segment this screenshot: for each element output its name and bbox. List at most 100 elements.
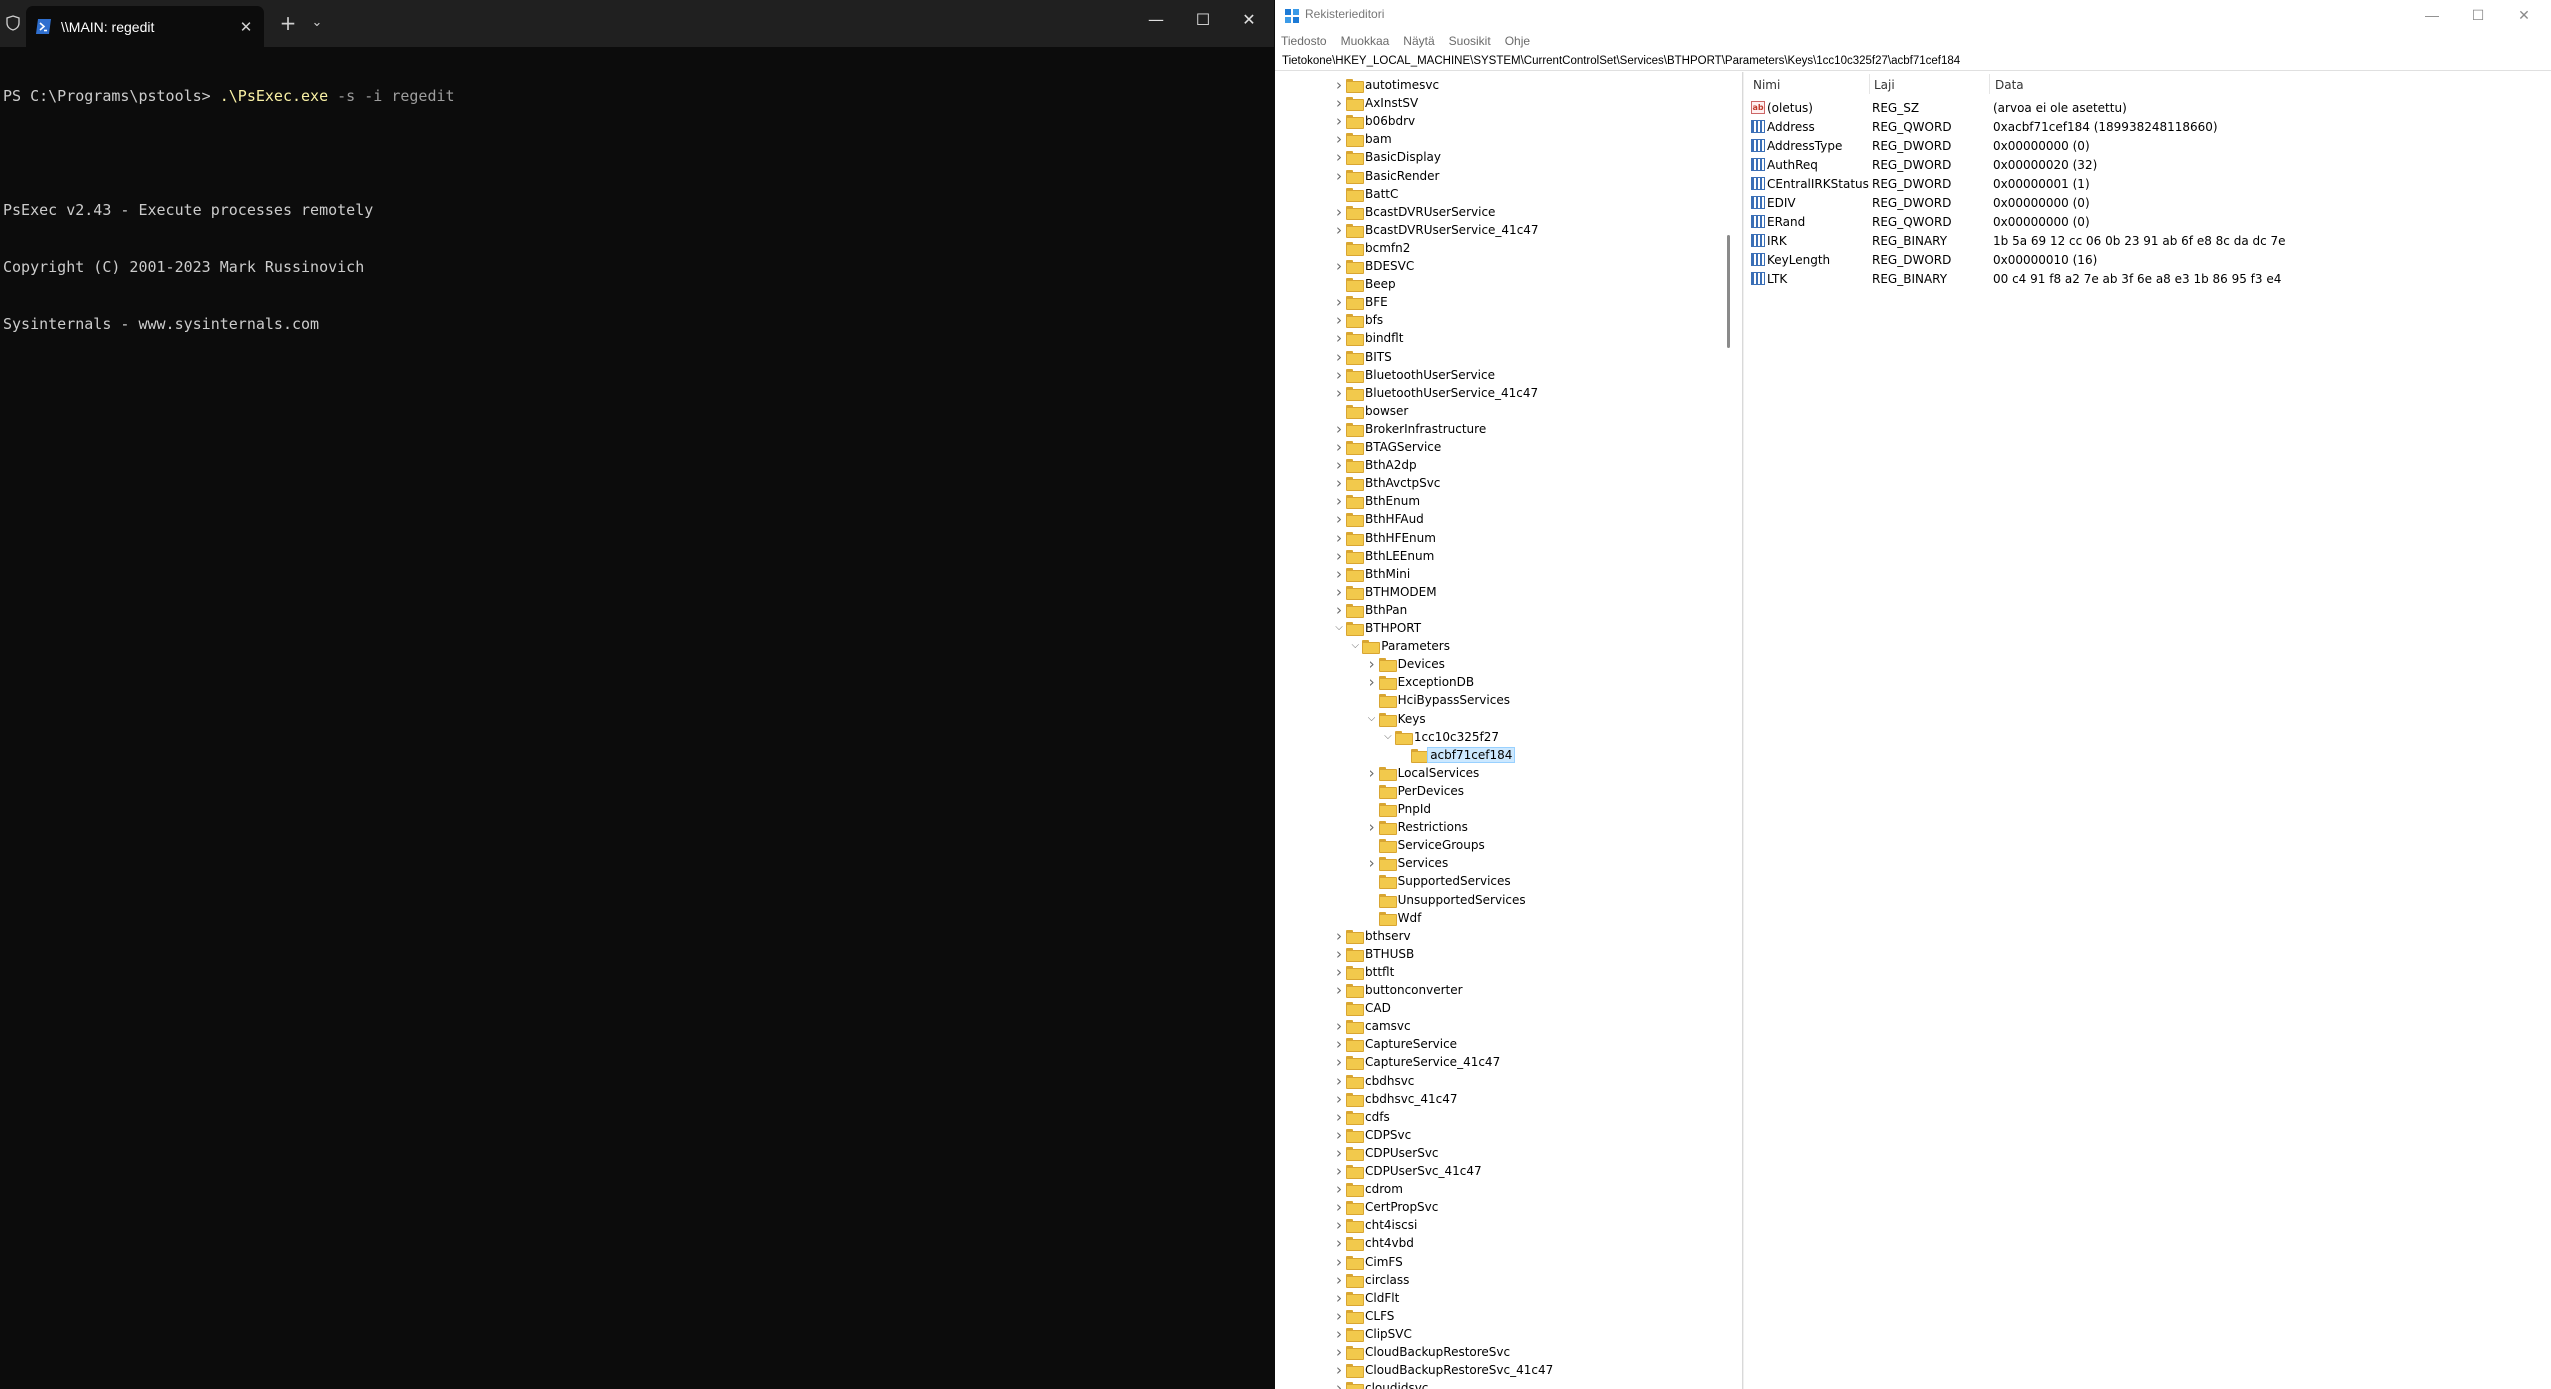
value-row[interactable]: ERand REG_QWORD 0x00000000 (0): [1745, 212, 2551, 231]
tree-node[interactable]: › BDESVC: [1275, 257, 1695, 275]
chevron-down-icon[interactable]: ⌵: [1333, 621, 1345, 635]
tree-node[interactable]: ⌵ BTHPORT: [1275, 619, 1695, 637]
tree-node[interactable]: › Restrictions: [1275, 818, 1695, 836]
chevron-right-icon[interactable]: ›: [1333, 566, 1345, 581]
tree-node[interactable]: CAD: [1275, 999, 1695, 1017]
value-row[interactable]: AddressType REG_DWORD 0x00000000 (0): [1745, 136, 2551, 155]
tree-node[interactable]: › cloudidsvc: [1275, 1379, 1695, 1389]
chevron-right-icon[interactable]: ›: [1366, 820, 1378, 835]
tree-node[interactable]: › CloudBackupRestoreSvc: [1275, 1343, 1695, 1361]
chevron-right-icon[interactable]: ›: [1333, 313, 1345, 328]
tree-node[interactable]: ⌵ Parameters: [1275, 637, 1695, 655]
tree-node[interactable]: HciBypassServices: [1275, 691, 1695, 709]
chevron-right-icon[interactable]: ›: [1333, 78, 1345, 93]
chevron-right-icon[interactable]: ›: [1366, 856, 1378, 871]
tree-node[interactable]: › BTHUSB: [1275, 945, 1695, 963]
column-separator[interactable]: [1869, 74, 1870, 94]
column-header-name[interactable]: Nimi: [1753, 78, 1780, 92]
chevron-right-icon[interactable]: ›: [1333, 222, 1345, 237]
tree-node[interactable]: › BasicDisplay: [1275, 148, 1695, 166]
maximize-button[interactable]: ☐: [2455, 0, 2501, 32]
tree-node[interactable]: › CaptureService_41c47: [1275, 1053, 1695, 1071]
value-row[interactable]: CEntralIRKStatus REG_DWORD 0x00000001 (1): [1745, 174, 2551, 193]
close-tab-icon[interactable]: ✕: [235, 16, 257, 38]
tree-node[interactable]: › bindflt: [1275, 329, 1695, 347]
maximize-button[interactable]: ☐: [1180, 0, 1226, 40]
tree-node[interactable]: Beep: [1275, 275, 1695, 293]
chevron-right-icon[interactable]: ›: [1333, 1091, 1345, 1106]
chevron-right-icon[interactable]: ›: [1333, 1272, 1345, 1287]
chevron-right-icon[interactable]: ›: [1333, 440, 1345, 455]
tree-node[interactable]: › BrokerInfrastructure: [1275, 420, 1695, 438]
minimize-button[interactable]: —: [1133, 0, 1179, 40]
tree-node[interactable]: acbf71cef184: [1275, 746, 1695, 764]
tree-node[interactable]: › circlass: [1275, 1271, 1695, 1289]
tree-node[interactable]: › BthPan: [1275, 601, 1695, 619]
value-row[interactable]: IRK REG_BINARY 1b 5a 69 12 cc 06 0b 23 91 …: [1745, 231, 2551, 250]
tree-node[interactable]: › camsvc: [1275, 1017, 1695, 1035]
tree-node[interactable]: › cdrom: [1275, 1180, 1695, 1198]
tree-node[interactable]: ⌵ 1cc10c325f27: [1275, 728, 1695, 746]
values-list[interactable]: Nimi Laji Data ab (oletus) REG_SZ (arvoa ei…: [1745, 72, 2551, 1389]
tree-node[interactable]: Wdf: [1275, 909, 1695, 927]
tree-node[interactable]: › BasicRender: [1275, 167, 1695, 185]
chevron-right-icon[interactable]: ›: [1333, 1326, 1345, 1341]
tree-node[interactable]: › CimFS: [1275, 1253, 1695, 1271]
value-row[interactable]: ab (oletus) REG_SZ (arvoa ei ole asetettu): [1745, 98, 2551, 117]
chevron-right-icon[interactable]: ›: [1333, 1127, 1345, 1142]
close-button[interactable]: ✕: [2501, 0, 2547, 32]
tree-node[interactable]: › BcastDVRUserService_41c47: [1275, 221, 1695, 239]
chevron-right-icon[interactable]: ›: [1333, 476, 1345, 491]
tree-node[interactable]: › BcastDVRUserService: [1275, 203, 1695, 221]
chevron-right-icon[interactable]: ›: [1333, 96, 1345, 111]
tree-node[interactable]: BattC: [1275, 185, 1695, 203]
tree-node[interactable]: ⌵ Keys: [1275, 710, 1695, 728]
chevron-right-icon[interactable]: ›: [1333, 295, 1345, 310]
tree-node[interactable]: › cbdhsvc_41c47: [1275, 1090, 1695, 1108]
menu-edit[interactable]: Muokkaa: [1341, 32, 1390, 52]
chevron-down-icon[interactable]: ⌵: [1366, 712, 1378, 726]
tree-node[interactable]: › BthHFEnum: [1275, 529, 1695, 547]
tree-node[interactable]: › AxInstSV: [1275, 94, 1695, 112]
tree-node[interactable]: › bttflt: [1275, 963, 1695, 981]
tree-node[interactable]: › bam: [1275, 130, 1695, 148]
tree-node[interactable]: PnpId: [1275, 800, 1695, 818]
chevron-right-icon[interactable]: ›: [1333, 1236, 1345, 1251]
tree-node[interactable]: › cht4iscsi: [1275, 1216, 1695, 1234]
chevron-right-icon[interactable]: ›: [1333, 1363, 1345, 1378]
tree-node[interactable]: › autotimesvc: [1275, 76, 1695, 94]
tree-node[interactable]: › BthHFAud: [1275, 510, 1695, 528]
chevron-right-icon[interactable]: ›: [1333, 946, 1345, 961]
tree-node[interactable]: › bfs: [1275, 311, 1695, 329]
column-header-data[interactable]: Data: [1995, 78, 2024, 92]
tree-node[interactable]: › BTHMODEM: [1275, 583, 1695, 601]
chevron-right-icon[interactable]: ›: [1333, 1308, 1345, 1323]
value-row[interactable]: EDIV REG_DWORD 0x00000000 (0): [1745, 193, 2551, 212]
tree-node[interactable]: › BTAGService: [1275, 438, 1695, 456]
chevron-right-icon[interactable]: ›: [1333, 367, 1345, 382]
pane-splitter[interactable]: [1742, 72, 1744, 1389]
chevron-right-icon[interactable]: ›: [1333, 928, 1345, 943]
chevron-right-icon[interactable]: ›: [1333, 114, 1345, 129]
chevron-right-icon[interactable]: ›: [1333, 204, 1345, 219]
chevron-right-icon[interactable]: ›: [1333, 530, 1345, 545]
tree-node[interactable]: › buttonconverter: [1275, 981, 1695, 999]
tree-node[interactable]: › BluetoothUserService: [1275, 366, 1695, 384]
chevron-right-icon[interactable]: ›: [1333, 548, 1345, 563]
chevron-right-icon[interactable]: ›: [1333, 1218, 1345, 1233]
terminal-window[interactable]: \\MAIN: regedit ✕ + ⌄ — ☐ ✕ PS C:\Progra…: [0, 0, 1274, 1389]
tree-node[interactable]: › BthAvctpSvc: [1275, 474, 1695, 492]
menu-favorites[interactable]: Suosikit: [1449, 32, 1491, 52]
menu-help[interactable]: Ohje: [1505, 32, 1530, 52]
terminal-titlebar[interactable]: \\MAIN: regedit ✕ + ⌄ — ☐ ✕: [0, 0, 1274, 47]
address-bar[interactable]: Tietokone\HKEY_LOCAL_MACHINE\SYSTEM\Curr…: [1275, 52, 2551, 71]
tree-node[interactable]: › CldFlt: [1275, 1289, 1695, 1307]
value-row[interactable]: LTK REG_BINARY 00 c4 91 f8 a2 7e ab 3f 6e …: [1745, 269, 2551, 288]
tree-node[interactable]: › BthEnum: [1275, 492, 1695, 510]
tree-node[interactable]: › CDPUserSvc_41c47: [1275, 1162, 1695, 1180]
chevron-right-icon[interactable]: ›: [1333, 458, 1345, 473]
tree-node[interactable]: › LocalServices: [1275, 764, 1695, 782]
chevron-right-icon[interactable]: ›: [1333, 602, 1345, 617]
chevron-right-icon[interactable]: ›: [1333, 1200, 1345, 1215]
key-tree[interactable]: › autotimesvc › AxInstSV › b06bdrv › bam › BasicD…: [1275, 72, 1743, 1389]
